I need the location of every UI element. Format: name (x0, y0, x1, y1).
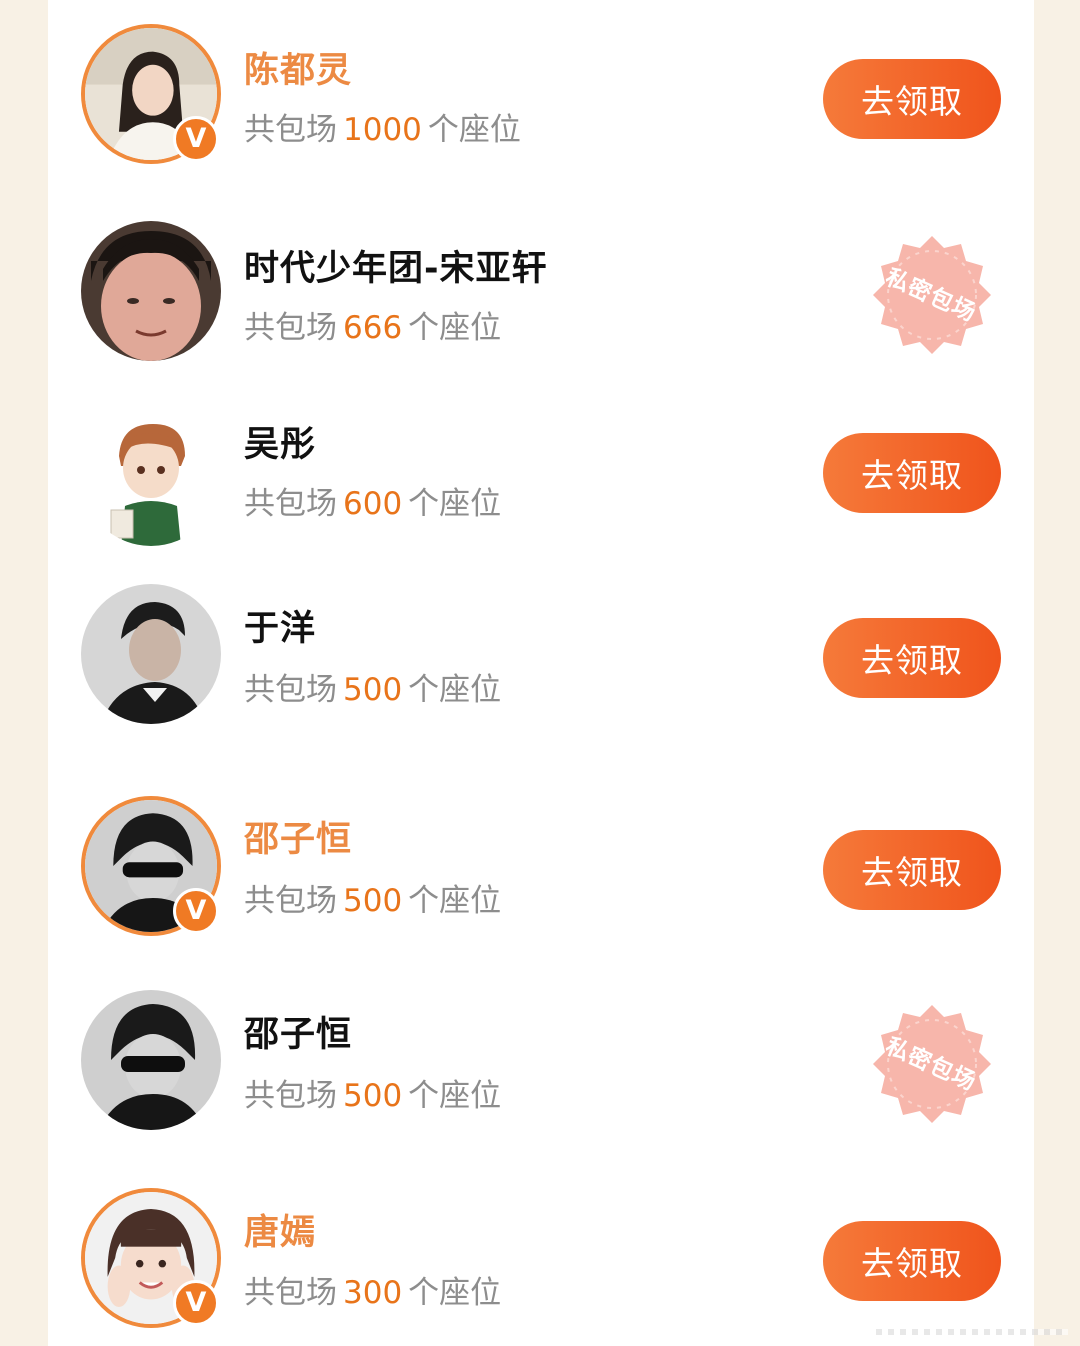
user-name: 吴彤 (244, 425, 317, 465)
seat-count-text: 共包场 666 个座位 (244, 302, 501, 347)
list-item: 邵子恒 共包场 500 个座位 私密包场 (48, 960, 1034, 1160)
seat-suffix: 个座位 (408, 672, 502, 708)
private-stamp-icon: 私密包场 (870, 1001, 994, 1125)
seat-list-card: V 陈都灵 共包场 1000 个座位 去领取 时代少年团-宋亚轩 共包场 666… (48, 0, 1034, 1346)
seat-count: 600 (343, 486, 403, 522)
seat-count: 500 (343, 883, 403, 919)
seat-suffix: 个座位 (408, 883, 502, 919)
claim-button[interactable]: 去领取 (823, 1221, 1001, 1301)
seat-count-text: 共包场 600 个座位 (244, 478, 501, 523)
claim-button[interactable]: 去领取 (823, 59, 1001, 139)
verified-badge-icon: V (173, 1280, 219, 1326)
seat-prefix: 共包场 (244, 672, 337, 708)
list-item: V 邵子恒 共包场 500 个座位 去领取 (48, 760, 1034, 960)
seat-prefix: 共包场 (244, 1275, 337, 1311)
seat-prefix: 共包场 (244, 310, 337, 346)
seat-suffix: 个座位 (408, 1078, 502, 1114)
user-name: 时代少年团-宋亚轩 (244, 249, 548, 289)
seat-suffix: 个座位 (408, 310, 502, 346)
list-item: 吴彤 共包场 600 个座位 去领取 (48, 380, 1034, 560)
user-name: 唐嫣 (244, 1213, 317, 1253)
avatar[interactable] (81, 990, 221, 1130)
list-item: 于洋 共包场 500 个座位 去领取 (48, 560, 1034, 760)
user-avatar-icon (81, 221, 221, 361)
claim-button[interactable]: 去领取 (823, 433, 1001, 513)
seat-count: 300 (343, 1275, 403, 1311)
claim-button[interactable]: 去领取 (823, 830, 1001, 910)
user-name: 于洋 (244, 609, 317, 649)
avatar[interactable] (81, 221, 221, 361)
list-item: 时代少年团-宋亚轩 共包场 666 个座位 私密包场 (48, 190, 1034, 380)
list-item: V 陈都灵 共包场 1000 个座位 去领取 (48, 0, 1034, 190)
avatar[interactable]: V (81, 1188, 221, 1328)
avatar[interactable] (81, 406, 221, 546)
seat-count-text: 共包场 1000 个座位 (244, 104, 521, 149)
user-name: 邵子恒 (244, 820, 353, 860)
seat-count: 1000 (343, 112, 422, 148)
avatar[interactable]: V (81, 796, 221, 936)
seat-suffix: 个座位 (408, 486, 502, 522)
seat-count-text: 共包场 500 个座位 (244, 1070, 501, 1115)
verified-badge-icon: V (173, 116, 219, 162)
seat-prefix: 共包场 (244, 112, 337, 148)
seat-prefix: 共包场 (244, 883, 337, 919)
user-avatar-icon (81, 584, 221, 724)
seat-count: 666 (343, 310, 403, 346)
seat-count: 500 (343, 1078, 403, 1114)
claim-button[interactable]: 去领取 (823, 618, 1001, 698)
user-name: 陈都灵 (244, 51, 353, 91)
seat-prefix: 共包场 (244, 486, 337, 522)
user-name: 邵子恒 (244, 1015, 353, 1055)
verified-badge-icon: V (173, 888, 219, 934)
seat-suffix: 个座位 (408, 1275, 502, 1311)
seat-suffix: 个座位 (427, 112, 521, 148)
seat-count: 500 (343, 672, 403, 708)
seat-count-text: 共包场 500 个座位 (244, 875, 501, 920)
user-avatar-icon (81, 990, 221, 1130)
scroll-indicator (876, 1329, 1068, 1335)
user-avatar-icon (81, 406, 221, 546)
private-stamp-icon: 私密包场 (870, 232, 994, 356)
list-item: V 唐嫣 共包场 300 个座位 去领取 (48, 1160, 1034, 1346)
seat-prefix: 共包场 (244, 1078, 337, 1114)
avatar[interactable]: V (81, 24, 221, 164)
seat-count-text: 共包场 300 个座位 (244, 1267, 501, 1312)
avatar[interactable] (81, 584, 221, 724)
seat-count-text: 共包场 500 个座位 (244, 664, 501, 709)
